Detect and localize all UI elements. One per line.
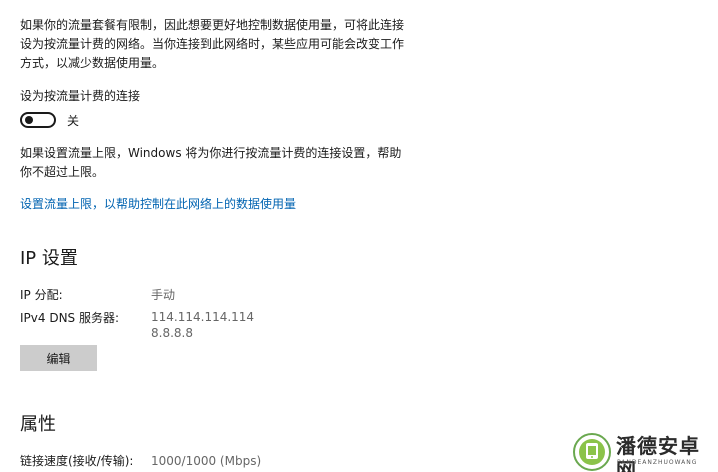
metered-connection-toggle[interactable] [20, 112, 56, 128]
metered-connection-label: 设为按流量计费的连接 [20, 89, 141, 103]
toggle-knob [25, 116, 33, 124]
watermark-brand: 潘德安卓网 [616, 434, 700, 472]
watermark-logo-icon [573, 433, 611, 471]
ipv4-dns-label: IPv4 DNS 服务器: [20, 311, 120, 325]
ipv4-dns-secondary: 8.8.8.8 [151, 326, 193, 340]
ipv4-dns-primary: 114.114.114.114 [151, 310, 255, 324]
ip-assignment-value: 手动 [151, 288, 176, 302]
edit-ip-button[interactable]: 编辑 [20, 345, 97, 371]
ip-assignment-label: IP 分配: [20, 288, 63, 302]
toggle-state-label: 关 [67, 114, 80, 128]
watermark-sub: PANDEANZHUOWANG [617, 459, 698, 466]
link-speed-label: 链接速度(接收/传输): [20, 454, 134, 468]
set-data-limit-link[interactable]: 设置流量上限，以帮助控制在此网络上的数据使用量 [20, 196, 296, 212]
network-settings-page: 如果你的流量套餐有限制，因此想要更好地控制数据使用量，可将此连接设为按流量计费的… [0, 0, 718, 472]
properties-heading: 属性 [20, 414, 56, 435]
link-speed-value: 1000/1000 (Mbps) [151, 454, 262, 468]
ip-settings-heading: IP 设置 [20, 248, 78, 269]
data-limit-note: 如果设置流量上限，Windows 将为你进行按流量计费的连接设置，帮助你不超过上… [20, 146, 402, 179]
metered-description: 如果你的流量套餐有限制，因此想要更好地控制数据使用量，可将此连接设为按流量计费的… [20, 18, 405, 70]
